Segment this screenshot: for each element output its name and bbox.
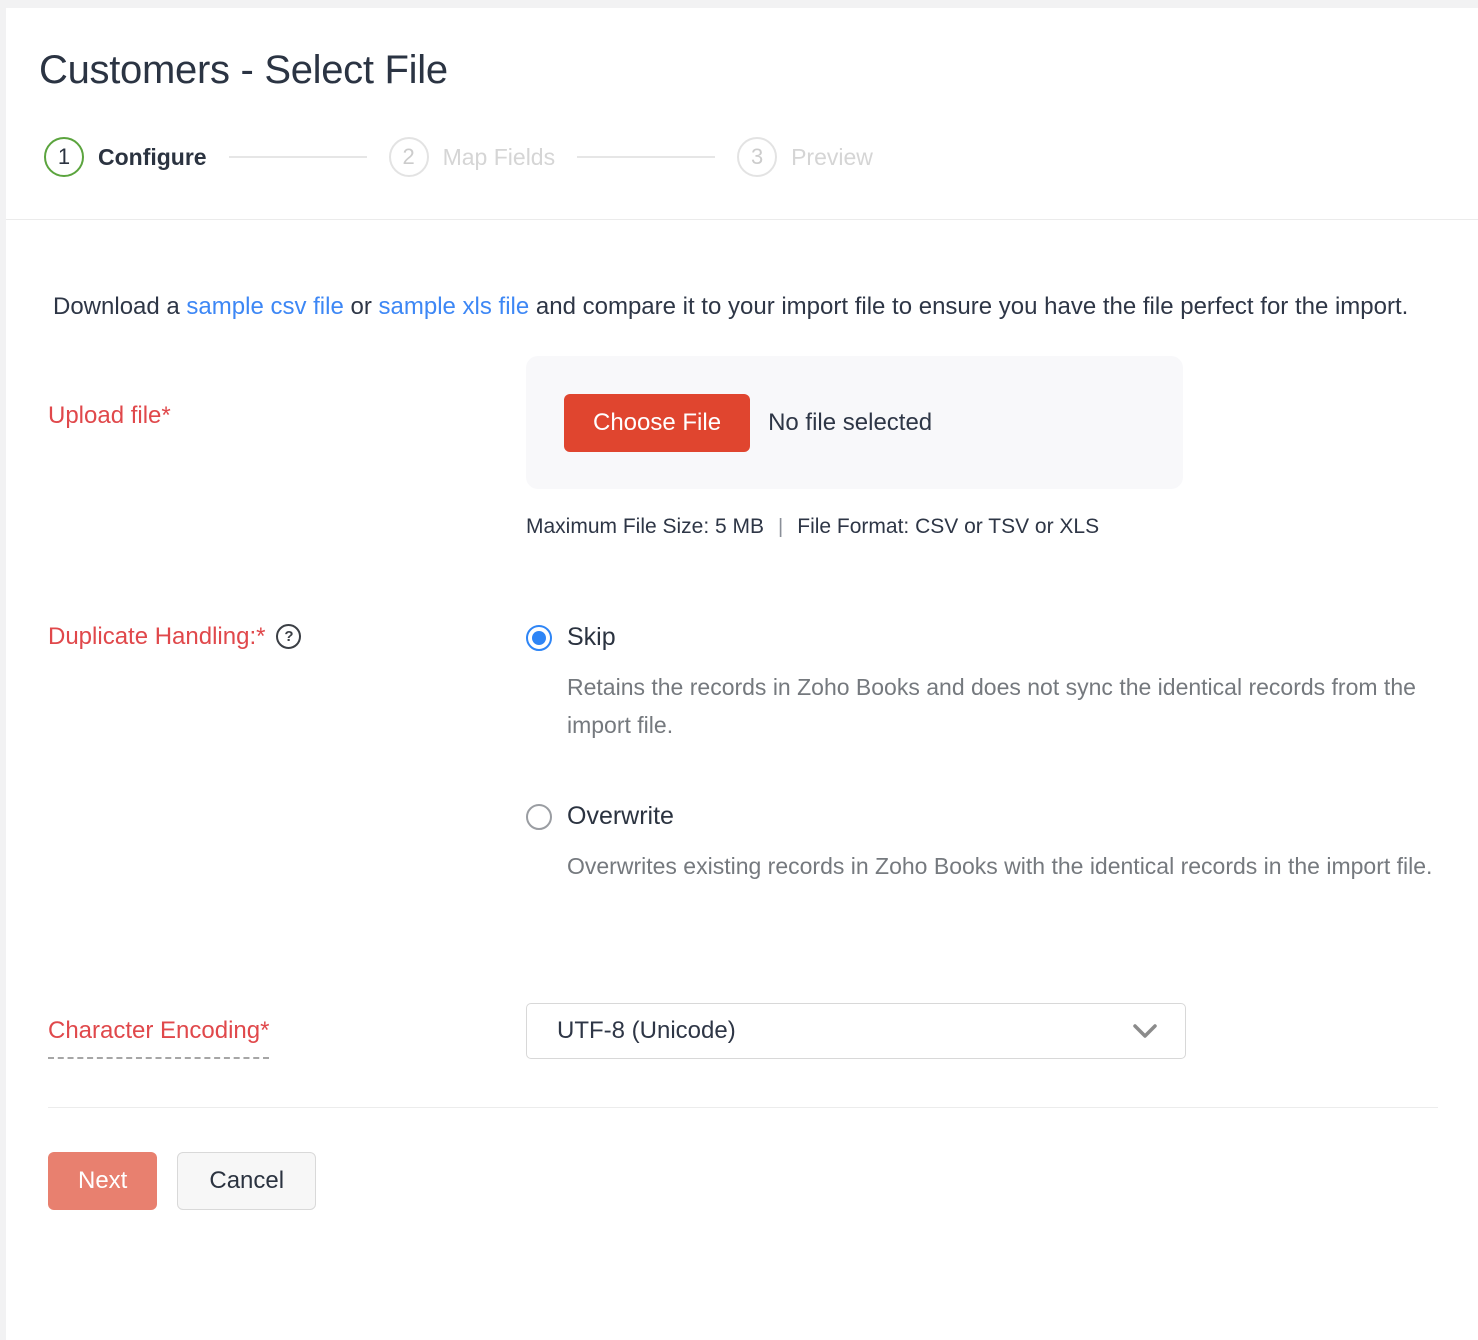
duplicate-handling-label: Duplicate Handling:*	[48, 623, 266, 650]
hint-text: Download a	[53, 293, 187, 320]
step-1-circle: 1	[44, 137, 84, 177]
encoding-select[interactable]: UTF-8 (Unicode)	[526, 1003, 1186, 1059]
sample-csv-link[interactable]: sample csv file	[186, 293, 343, 320]
duplicate-handling-options: Skip Retains the records in Zoho Books a…	[526, 623, 1478, 885]
page-title: Customers - Select File	[39, 48, 448, 92]
upload-file-label: Upload file*	[48, 402, 171, 429]
upload-requirements: Maximum File Size: 5 MB | File Format: C…	[526, 515, 1478, 539]
step-1-label: Configure	[98, 143, 207, 170]
skip-description: Retains the records in Zoho Books and do…	[567, 674, 1416, 738]
no-file-selected-text: No file selected	[768, 408, 933, 436]
cancel-button[interactable]: Cancel	[177, 1152, 317, 1210]
hint-text: or	[343, 293, 379, 320]
stepper-connector	[228, 156, 367, 158]
step-3-label: Preview	[791, 143, 873, 170]
file-dropzone: Choose File No file selected	[526, 356, 1183, 489]
option-skip: Skip Retains the records in Zoho Books a…	[526, 623, 1478, 744]
sample-file-hint: Download a sample csv file or sample xls…	[53, 286, 1433, 328]
step-2-circle: 2	[388, 137, 429, 177]
separator: |	[778, 515, 784, 538]
character-encoding-label-wrap: Character Encoding*	[48, 1003, 526, 1059]
option-overwrite: Overwrite Overwrites existing records in…	[526, 802, 1478, 885]
hint-text: and compare it to your import file to en…	[529, 293, 1409, 320]
radio-unselected-icon[interactable]	[526, 803, 552, 830]
footer-actions: Next Cancel	[6, 1108, 1478, 1210]
skip-radio-label[interactable]: Skip	[567, 623, 616, 652]
help-icon[interactable]: ?	[276, 624, 302, 649]
sample-xls-link[interactable]: sample xls file	[379, 293, 530, 320]
next-button[interactable]: Next	[48, 1152, 158, 1210]
overwrite-radio-row[interactable]: Overwrite	[526, 802, 1478, 831]
skip-radio-row[interactable]: Skip	[526, 623, 1478, 652]
radio-selected-icon[interactable]	[526, 624, 552, 651]
character-encoding-row: Character Encoding* UTF-8 (Unicode)	[6, 1003, 1478, 1059]
upload-file-row: Upload file* Choose File No file selecte…	[6, 356, 1478, 539]
encoding-selected-value: UTF-8 (Unicode)	[557, 1017, 736, 1044]
choose-file-button[interactable]: Choose File	[564, 393, 751, 452]
file-format-text: File Format: CSV or TSV or XLS	[797, 515, 1100, 538]
overwrite-radio-label[interactable]: Overwrite	[567, 802, 674, 831]
character-encoding-control: UTF-8 (Unicode)	[526, 1003, 1478, 1059]
step-2-label: Map Fields	[442, 143, 556, 170]
radio-dot	[532, 630, 546, 645]
import-wizard-page: Customers - Select File 1 Configure 2 Ma…	[6, 8, 1478, 1340]
stepper-connector	[577, 156, 716, 158]
step-configure: 1 Configure	[44, 137, 207, 177]
wizard-stepper: 1 Configure 2 Map Fields 3 Preview	[44, 137, 1438, 219]
wizard-header: Customers - Select File 1 Configure 2 Ma…	[6, 8, 1478, 220]
max-file-size-text: Maximum File Size: 5 MB	[526, 515, 765, 538]
upload-file-control: Choose File No file selected Maximum Fil…	[526, 356, 1478, 539]
overwrite-description: Overwrites existing records in Zoho Book…	[567, 853, 1433, 879]
step-3-circle: 3	[737, 137, 778, 177]
duplicate-handling-label-wrap: Duplicate Handling:* ?	[48, 623, 526, 885]
duplicate-handling-row: Duplicate Handling:* ? Skip Retains the …	[6, 623, 1478, 885]
chevron-down-icon	[1133, 1023, 1157, 1038]
step-map-fields: 2 Map Fields	[388, 137, 556, 177]
character-encoding-label: Character Encoding*	[48, 1003, 270, 1059]
step-preview: 3 Preview	[737, 137, 873, 177]
